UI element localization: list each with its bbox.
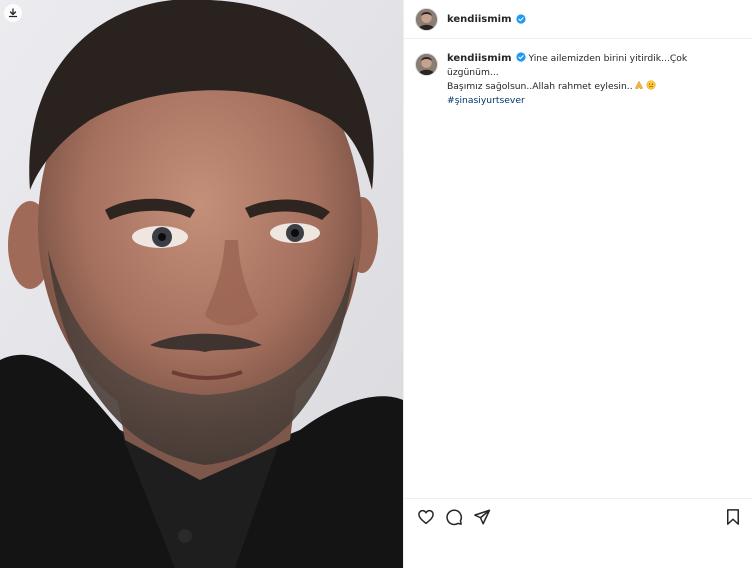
save-button[interactable] (723, 507, 742, 526)
author-username[interactable]: kendiismim (447, 14, 512, 25)
praying-hands-icon (634, 80, 643, 89)
verified-icon (515, 14, 526, 24)
caption-username[interactable]: kendiismim (447, 53, 512, 64)
heart-icon (417, 509, 434, 524)
post-caption: kendiismim Yine ailemizden birini yitird… (415, 52, 742, 108)
caption-hashtag[interactable]: #şinasiyurtsever (447, 95, 525, 106)
post-header: kendiismim (404, 0, 752, 39)
bookmark-icon (726, 508, 739, 525)
avatar[interactable] (415, 7, 438, 31)
share-icon (473, 509, 490, 524)
like-button[interactable] (416, 507, 435, 526)
comment-button[interactable] (444, 507, 463, 526)
download-button[interactable] (4, 4, 22, 22)
avatar-image (416, 8, 437, 30)
post-side-panel: kendiismim kendiismim Yine ailemizden bi… (403, 0, 752, 568)
post-photo[interactable] (0, 0, 403, 568)
caption-body: kendiismim Yine ailemizden birini yitird… (447, 52, 737, 108)
share-button[interactable] (472, 507, 491, 526)
comments-area: kendiismim Yine ailemizden birini yitird… (404, 39, 752, 498)
portrait-photo (0, 0, 403, 568)
download-icon (8, 8, 18, 18)
instagram-post: kendiismim kendiismim Yine ailemizden bi… (0, 0, 752, 568)
action-bar (404, 498, 752, 536)
caption-text-line2: Başımız sağolsun..Allah rahmet eylesin.. (447, 81, 633, 92)
avatar-image (416, 54, 437, 75)
comment-icon (445, 508, 462, 525)
verified-icon (515, 52, 526, 62)
sad-face-icon (646, 80, 656, 90)
caption-avatar[interactable] (415, 53, 438, 76)
